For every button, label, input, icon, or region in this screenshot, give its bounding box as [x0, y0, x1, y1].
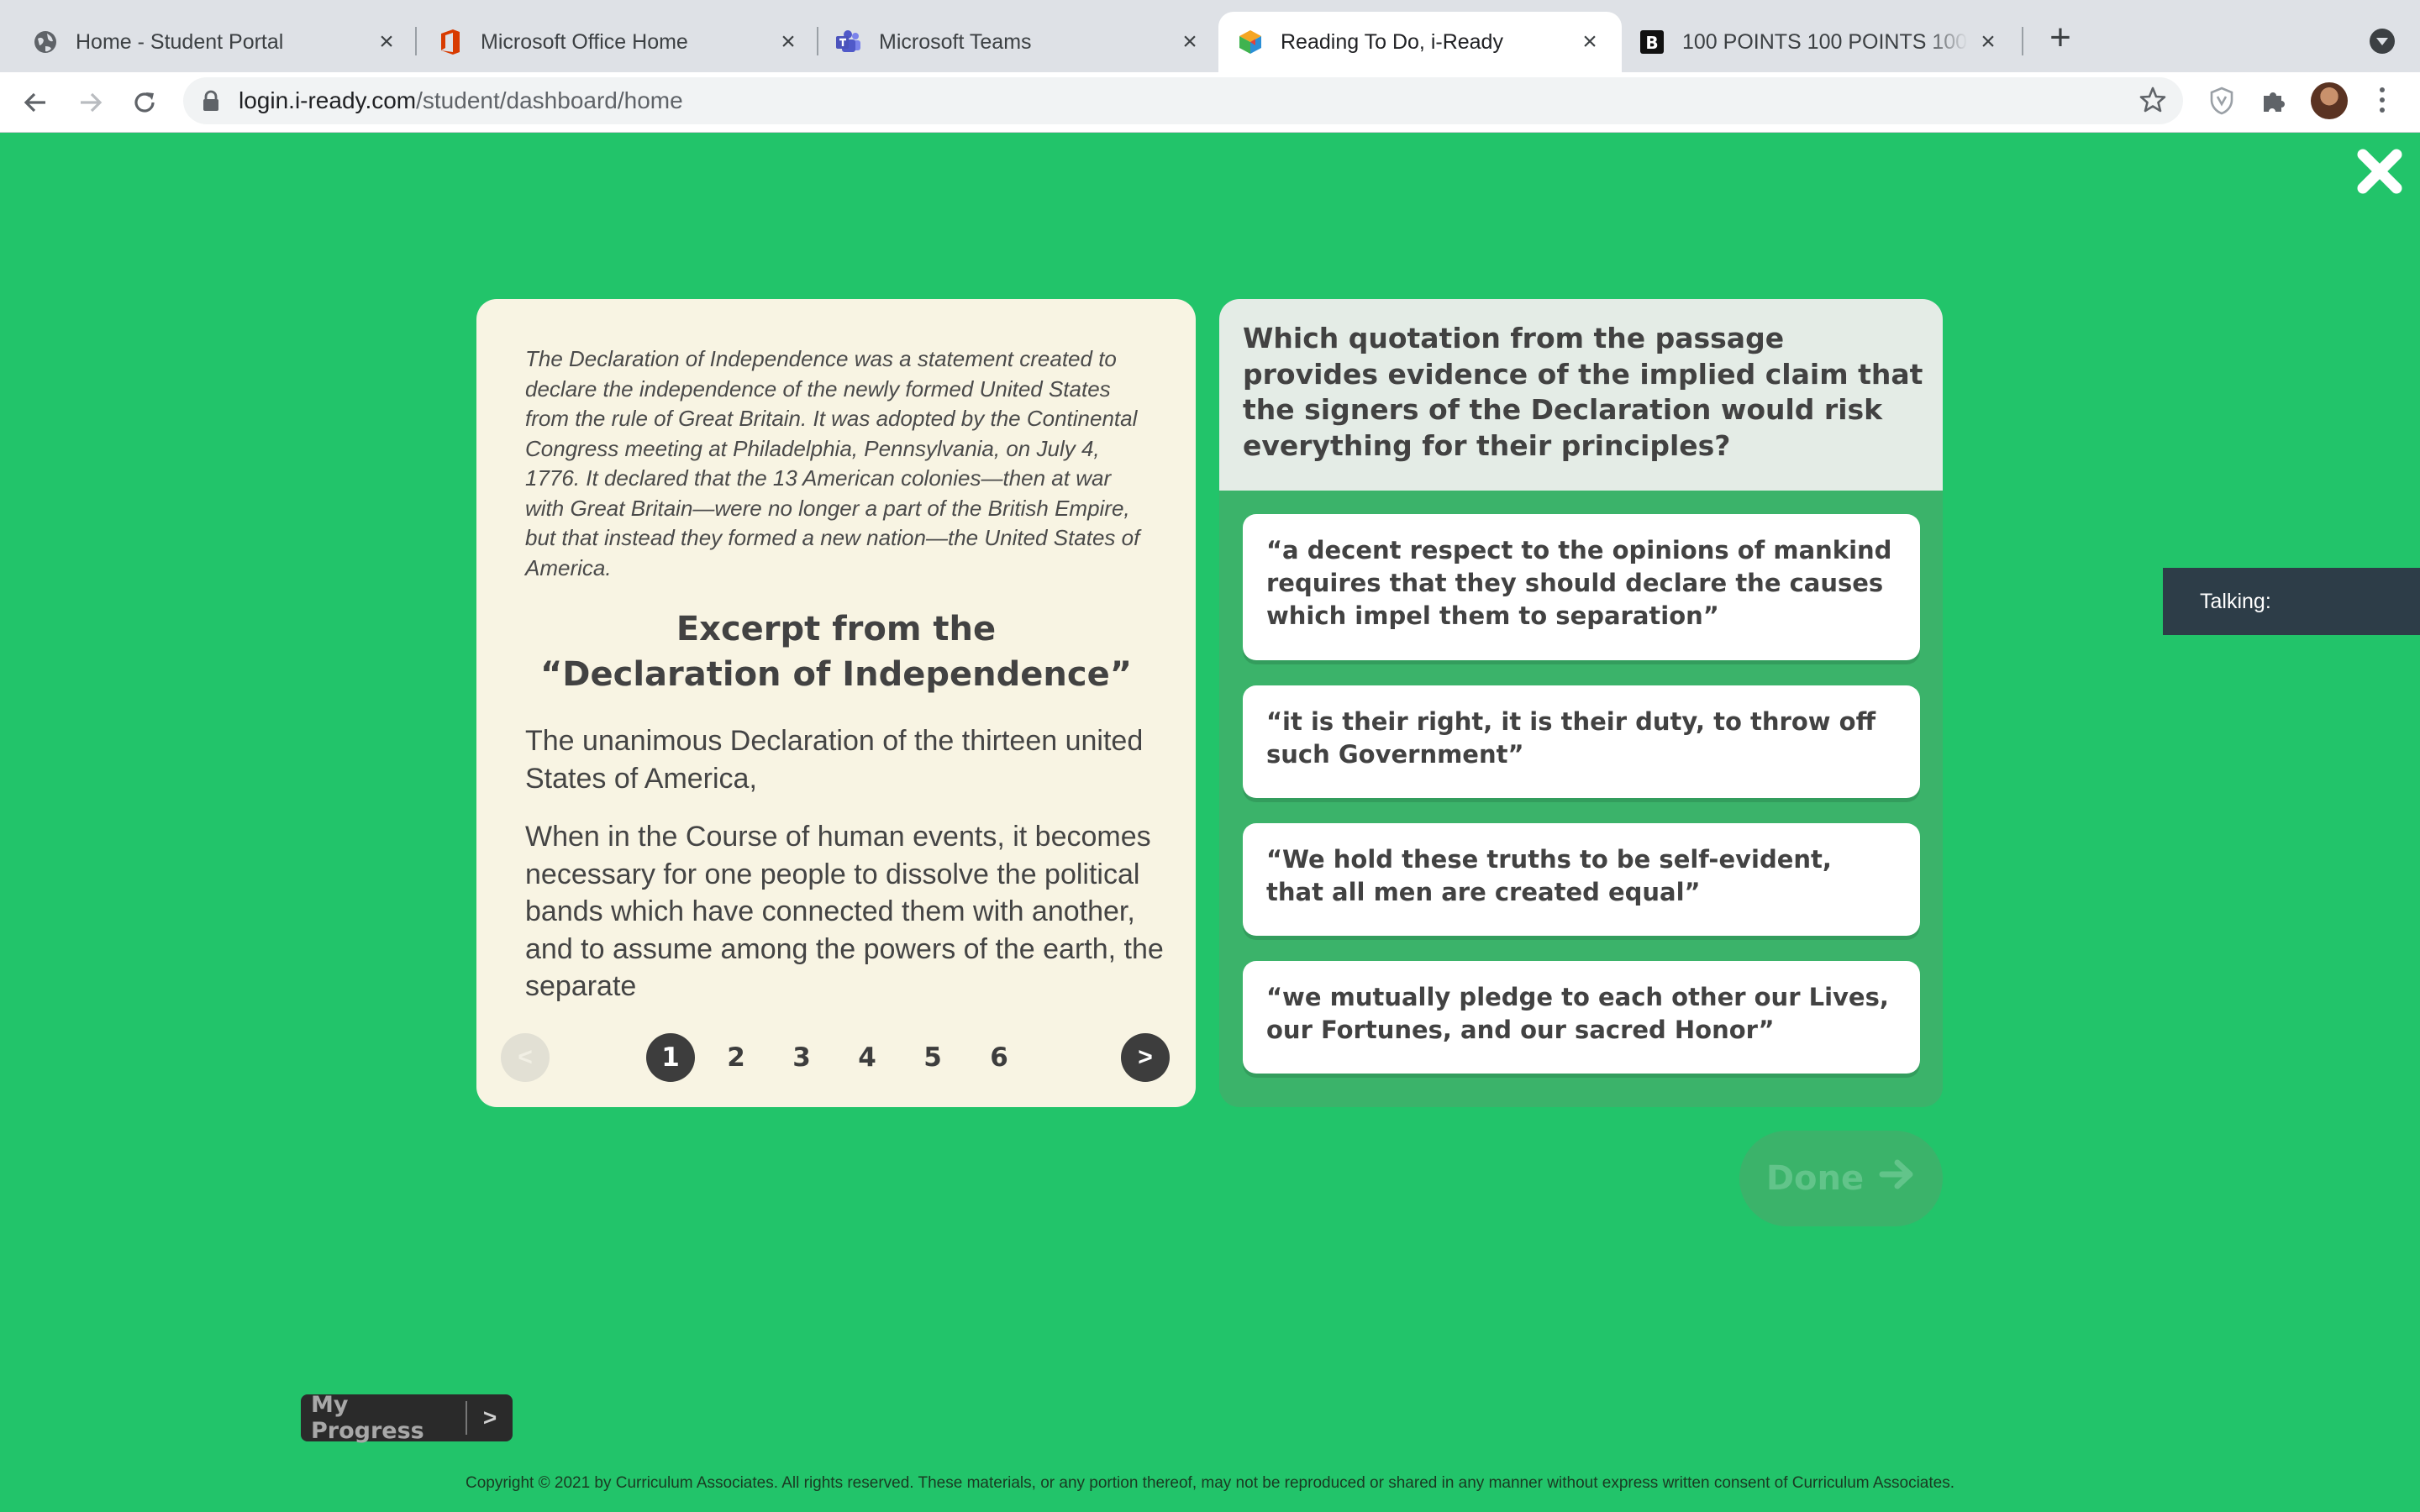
forward-icon[interactable]	[72, 84, 109, 121]
reload-icon[interactable]	[126, 84, 163, 121]
page-6-button[interactable]: 6	[975, 1033, 1023, 1082]
close-tab-icon[interactable]: ×	[1578, 29, 1602, 55]
svg-text:B: B	[1645, 33, 1658, 53]
profile-avatar[interactable]	[2311, 82, 2348, 119]
bookmark-star-icon[interactable]	[2138, 85, 2168, 115]
tab-separator	[415, 27, 417, 55]
passage-paragraph: When in the Course of human events, it b…	[525, 821, 1164, 1002]
close-tab-icon[interactable]: ×	[1976, 29, 2000, 55]
new-tab-button[interactable]: +	[2044, 19, 2077, 56]
url-text[interactable]: login.i-ready.com/student/dashboard/home	[239, 87, 683, 115]
done-label: Done	[1765, 1159, 1865, 1198]
office-icon	[437, 29, 464, 55]
browser-tab-strip: Home - Student Portal × Microsoft Office…	[0, 0, 2420, 72]
close-tab-icon[interactable]: ×	[776, 29, 800, 55]
my-progress-label: My Progress	[311, 1392, 424, 1444]
tab-title: 100 POINTS 100 POINTS 100 P	[1682, 29, 1968, 54]
tab-title: Microsoft Teams	[879, 29, 1032, 54]
passage-title-line1: Excerpt from the	[676, 610, 997, 648]
answer-choice-4[interactable]: “we mutually pledge to each other our Li…	[1243, 961, 1920, 1074]
tab-reading-to-do-iready[interactable]: Reading To Do, i-Ready ×	[1218, 12, 1622, 72]
copyright-notice: Copyright © 2021 by Curriculum Associate…	[466, 1474, 1954, 1492]
page-4-button[interactable]: 4	[843, 1033, 892, 1082]
iready-icon	[1237, 29, 1264, 55]
globe-icon	[32, 29, 59, 55]
done-button[interactable]: Done	[1739, 1131, 1943, 1226]
answer-choice-1[interactable]: “a decent respect to the opinions of man…	[1243, 514, 1920, 660]
tab-separator	[2022, 27, 2023, 55]
extensions-puzzle-icon[interactable]	[2257, 84, 2291, 118]
brainly-icon: B	[1639, 29, 1665, 55]
answer-choice-3[interactable]: “We hold these truths to be self-evident…	[1243, 823, 1920, 936]
url-path: /student/dashboard/home	[416, 87, 683, 113]
previous-page-button[interactable]: <	[501, 1033, 550, 1082]
tab-100-points[interactable]: B 100 POINTS 100 POINTS 100 P ×	[1623, 12, 2020, 72]
lock-icon[interactable]	[200, 90, 222, 112]
passage-paragraph: The unanimous Declaration of the thirtee…	[525, 725, 1144, 795]
close-tab-icon[interactable]: ×	[375, 29, 398, 55]
chevron-right-icon: >	[482, 1404, 497, 1431]
page-5-button[interactable]: 5	[908, 1033, 957, 1082]
tab-title: Microsoft Office Home	[481, 29, 688, 54]
talking-indicator: Talking:	[2163, 568, 2420, 635]
question-text: Which quotation from the passage provide…	[1243, 322, 1923, 462]
tab-separator	[817, 27, 818, 55]
next-page-button[interactable]: >	[1121, 1033, 1170, 1082]
back-icon[interactable]	[17, 84, 54, 121]
tab-title: Reading To Do, i-Ready	[1281, 29, 1503, 54]
url-domain: login.i-ready.com	[239, 87, 417, 113]
passage-title: Excerpt from the “Declaration of Indepen…	[493, 606, 1179, 697]
shield-extension-icon[interactable]	[2205, 84, 2238, 118]
page-1-button[interactable]: 1	[646, 1033, 695, 1082]
passage-title-line2: “Declaration of Independence”	[539, 655, 1132, 694]
arrow-right-icon	[1879, 1158, 1916, 1200]
question-header: Which quotation from the passage provide…	[1219, 299, 1943, 491]
question-panel: Which quotation from the passage provide…	[1219, 299, 1943, 1107]
passage-panel: The Declaration of Independence was a st…	[476, 299, 1196, 1107]
tab-search-icon[interactable]	[2370, 29, 2395, 54]
tab-microsoft-teams[interactable]: Microsoft Teams ×	[820, 12, 1222, 72]
close-icon[interactable]	[2356, 148, 2403, 195]
page-2-button[interactable]: 2	[712, 1033, 760, 1082]
page-3-button[interactable]: 3	[777, 1033, 826, 1082]
tab-home-student-portal[interactable]: Home - Student Portal ×	[0, 12, 418, 72]
my-progress-button[interactable]: My Progress >	[301, 1392, 513, 1444]
close-tab-icon[interactable]: ×	[1178, 29, 1202, 55]
tab-microsoft-office-home[interactable]: Microsoft Office Home ×	[418, 12, 820, 72]
answer-choice-2[interactable]: “it is their right, it is their duty, to…	[1243, 685, 1920, 798]
passage-intro: The Declaration of Independence was a st…	[525, 346, 1140, 580]
tab-title: Home - Student Portal	[76, 29, 284, 54]
browser-menu-icon[interactable]	[2370, 85, 2395, 115]
teams-icon	[835, 29, 862, 55]
